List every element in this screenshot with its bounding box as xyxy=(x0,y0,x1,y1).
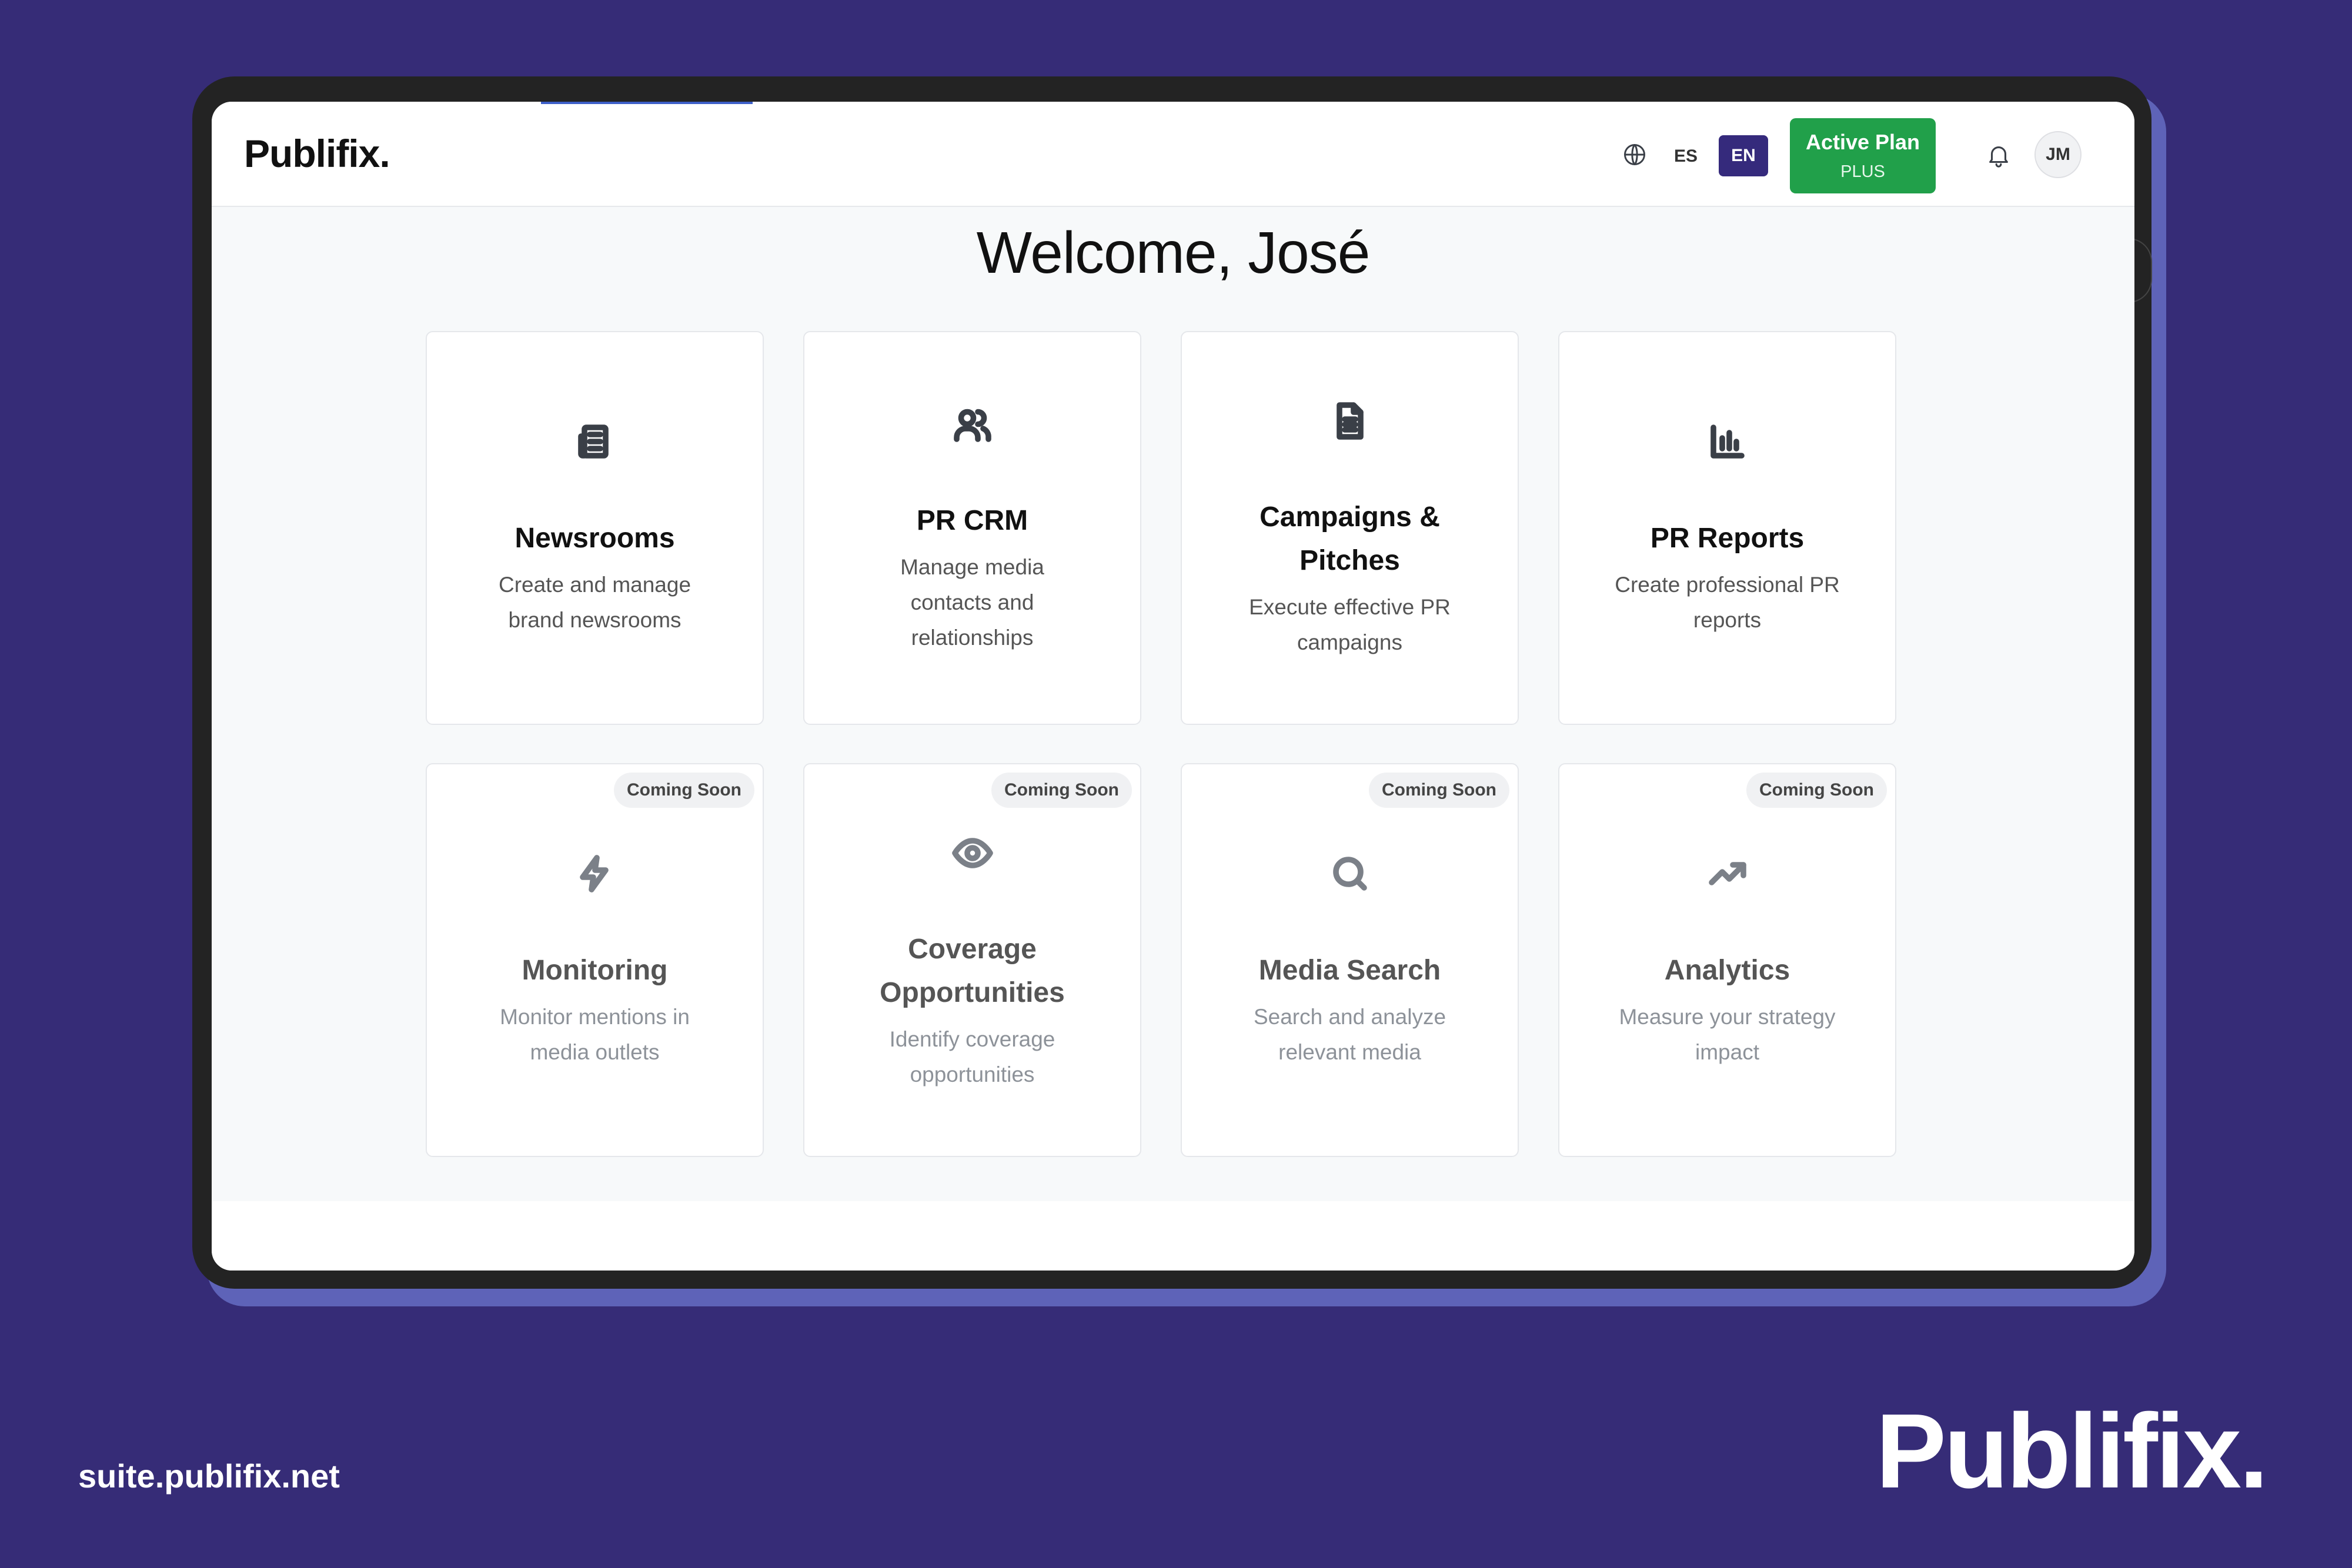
plan-tier: PLUS xyxy=(1840,162,1885,181)
bell-icon[interactable] xyxy=(1985,142,2012,169)
card-coverage-opportunities[interactable]: Coming Soon Coverage Opportunities Ident… xyxy=(803,763,1141,1157)
card-title: Media Search xyxy=(1258,955,1441,986)
active-plan-button[interactable]: Active Plan PLUS xyxy=(1790,118,1936,193)
card-description: Measure your strategy impact xyxy=(1619,1005,1836,1064)
card-title: PR Reports xyxy=(1650,523,1805,554)
language-es-button[interactable]: ES xyxy=(1668,146,1703,166)
coming-soon-badge: Coming Soon xyxy=(991,773,1132,808)
card-title: Analytics xyxy=(1664,955,1790,986)
card-media-search[interactable]: Coming Soon Media Search Search and anal… xyxy=(1181,763,1519,1157)
card-analytics[interactable]: Coming Soon Analytics Measure your strat… xyxy=(1558,763,1896,1157)
newspaper-icon xyxy=(577,424,609,459)
card-description: Search and analyze relevant media xyxy=(1253,1005,1446,1064)
card-description: Identify coverage opportunities xyxy=(889,1027,1055,1086)
card-description: Create and manage brand newsrooms xyxy=(498,573,691,632)
card-description: Manage media contacts and relationships xyxy=(900,555,1044,650)
search-icon xyxy=(1332,857,1367,891)
card-description: Monitor mentions in media outlets xyxy=(500,1005,690,1064)
app-logo[interactable]: Publifix. xyxy=(244,131,390,176)
card-description: Create professional PR reports xyxy=(1615,573,1840,632)
card-pr-crm[interactable]: PR CRM Manage media contacts and relatio… xyxy=(803,331,1141,725)
card-description: Execute effective PR campaigns xyxy=(1249,595,1451,654)
document-icon xyxy=(1336,402,1364,440)
users-icon xyxy=(953,409,991,442)
app-screen: Publifix. ES EN Active Plan PLUS JM Welc… xyxy=(212,102,2134,1271)
card-campaigns-pitches[interactable]: Campaigns & Pitches Execute effective PR… xyxy=(1181,331,1519,725)
coming-soon-badge: Coming Soon xyxy=(614,773,754,808)
card-title: Campaigns & Pitches xyxy=(1259,502,1440,576)
card-pr-reports[interactable]: PR Reports Create professional PR report… xyxy=(1558,331,1896,725)
card-title: Monitoring xyxy=(522,955,668,986)
card-monitoring[interactable]: Coming Soon Monitoring Monitor mentions … xyxy=(426,763,764,1157)
card-title: PR CRM xyxy=(916,505,1028,536)
top-navigation-bar: Publifix. ES EN Active Plan PLUS JM xyxy=(212,102,2134,207)
language-en-button[interactable]: EN xyxy=(1719,135,1768,176)
trend-up-icon xyxy=(1708,862,1746,885)
loading-indicator xyxy=(541,102,753,104)
coming-soon-badge: Coming Soon xyxy=(1746,773,1887,808)
coming-soon-badge: Coming Soon xyxy=(1369,773,1509,808)
card-newsrooms[interactable]: Newsrooms Create and manage brand newsro… xyxy=(426,331,764,725)
card-title: Coverage Opportunities xyxy=(880,934,1065,1008)
lightning-icon xyxy=(579,855,609,892)
website-url: suite.publifix.net xyxy=(78,1457,340,1495)
card-title: Newsrooms xyxy=(514,523,675,554)
page-title: Welcome, José xyxy=(976,220,1371,286)
eye-icon xyxy=(951,838,993,868)
brand-logo: Publifix. xyxy=(1876,1392,2269,1510)
page-footer-area xyxy=(212,1201,2134,1271)
user-avatar[interactable]: JM xyxy=(2034,131,2082,178)
plan-title: Active Plan xyxy=(1805,130,1920,154)
globe-icon[interactable] xyxy=(1622,142,1648,168)
bar-chart-icon xyxy=(1710,424,1745,459)
